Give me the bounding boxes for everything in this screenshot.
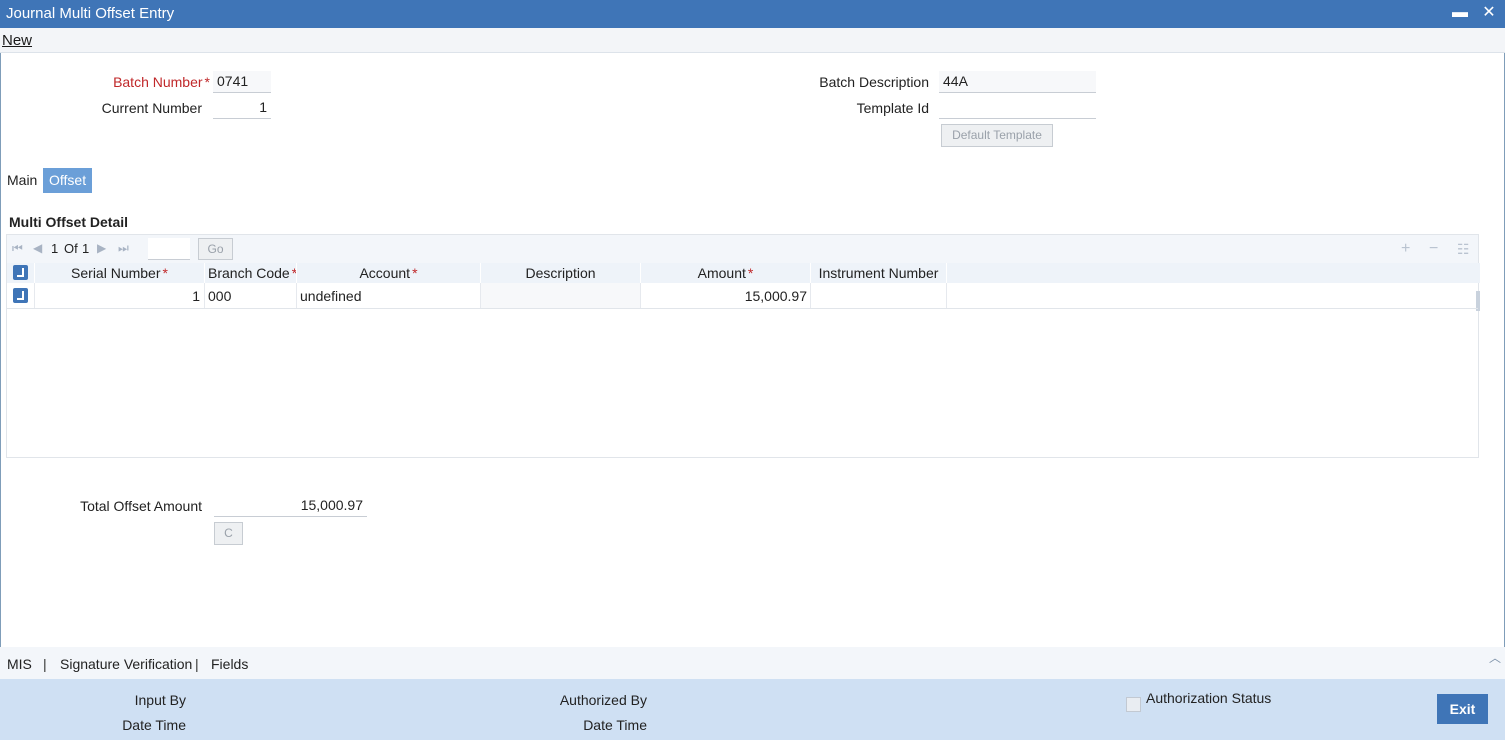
pager-of-label: Of xyxy=(64,241,78,256)
exit-button[interactable]: Exit xyxy=(1437,694,1488,724)
current-number-label: Current Number xyxy=(101,100,202,116)
window-title: Journal Multi Offset Entry xyxy=(6,5,175,22)
cell-branch-code[interactable]: 000 xyxy=(205,283,297,308)
list-icon[interactable]: ☷ xyxy=(1457,241,1470,258)
c-button[interactable]: C xyxy=(214,522,243,545)
input-by-label: Input By xyxy=(134,692,186,708)
authorization-status-checkbox[interactable] xyxy=(1126,697,1141,712)
authorized-by-label: Authorized By xyxy=(559,692,647,708)
cell-amount[interactable]: 15,000.97 xyxy=(641,283,811,308)
toolbar: New xyxy=(0,28,1505,53)
footer-separator: | xyxy=(195,656,199,672)
col-amount[interactable]: Amount * xyxy=(641,263,811,283)
close-icon[interactable]: ✕ xyxy=(1479,3,1499,23)
window-titlebar: Journal Multi Offset Entry ▬ ✕ xyxy=(0,0,1505,28)
batch-number-label: Batch Number * xyxy=(113,74,210,90)
current-number-field[interactable]: 1 xyxy=(213,97,271,119)
cell-serial-number[interactable]: 1 xyxy=(35,283,205,308)
template-id-field[interactable] xyxy=(939,97,1096,119)
col-instrument-number[interactable]: Instrument Number xyxy=(811,263,947,283)
grid-pager: ⏮ ◀ 1 Of 1 ▶ ⏭ Go + − ☷ xyxy=(7,235,1478,263)
batch-description-field[interactable]: 44A xyxy=(939,71,1096,93)
total-offset-amount-label: Total Offset Amount xyxy=(80,498,202,514)
multi-offset-grid: ⏮ ◀ 1 Of 1 ▶ ⏭ Go + − ☷ Serial Number * B… xyxy=(6,234,1480,458)
plus-icon[interactable]: + xyxy=(1401,240,1410,258)
default-template-button[interactable]: Default Template xyxy=(941,124,1053,147)
next-page-icon[interactable]: ▶ xyxy=(97,241,106,255)
footer-separator: | xyxy=(43,656,47,672)
minimize-icon[interactable]: ▬ xyxy=(1450,3,1470,23)
batch-description-label: Batch Description xyxy=(819,74,929,90)
col-account[interactable]: Account * xyxy=(297,263,481,283)
section-title: Multi Offset Detail xyxy=(9,214,129,230)
row-checkbox[interactable] xyxy=(13,288,28,303)
select-all-cell xyxy=(7,263,35,283)
template-id-label: Template Id xyxy=(856,100,929,116)
batch-number-field[interactable]: 0741 xyxy=(213,71,271,93)
cell-description[interactable] xyxy=(481,283,641,308)
chevron-up-icon[interactable]: ︿ xyxy=(1489,649,1501,666)
fields-link[interactable]: Fields xyxy=(211,656,248,672)
page-number-input[interactable] xyxy=(148,238,190,260)
table-row[interactable]: 1 000 undefined 15,000.97 xyxy=(7,283,1478,309)
col-serial-number[interactable]: Serial Number * xyxy=(35,263,205,283)
grid-header-row: Serial Number * Branch Code * Account * Des… xyxy=(7,263,1480,311)
required-marker: * xyxy=(204,74,210,90)
signature-verification-link[interactable]: Signature Verification xyxy=(60,656,192,672)
tab-offset[interactable]: Offset xyxy=(43,168,93,193)
authorized-date-time-label: Date Time xyxy=(583,717,647,733)
col-description[interactable]: Description xyxy=(481,263,641,283)
select-all-checkbox[interactable] xyxy=(13,265,28,280)
minus-icon[interactable]: − xyxy=(1429,240,1438,258)
cell-account[interactable]: undefined xyxy=(297,283,481,308)
previous-page-icon[interactable]: ◀ xyxy=(33,241,42,255)
first-page-icon[interactable]: ⏮ xyxy=(12,241,23,256)
new-link[interactable]: New xyxy=(2,32,32,49)
col-branch-code[interactable]: Branch Code * xyxy=(205,263,297,283)
audit-status-bar: Input By Date Time Authorized By Date Ti… xyxy=(0,679,1505,740)
tab-main[interactable]: Main xyxy=(1,168,43,193)
row-select-cell xyxy=(7,283,35,308)
footer-links: MIS | Signature Verification | Fields ︿ xyxy=(0,647,1505,679)
mis-link[interactable]: MIS xyxy=(7,656,32,672)
last-page-icon[interactable]: ⏭ xyxy=(118,241,129,256)
go-button[interactable]: Go xyxy=(198,238,233,260)
authorization-status-label: Authorization Status xyxy=(1146,690,1272,706)
total-offset-amount-field: 15,000.97 xyxy=(214,495,367,517)
pager-current: 1 xyxy=(51,241,59,256)
date-time-label: Date Time xyxy=(122,717,186,733)
pager-total: 1 xyxy=(82,241,90,256)
cell-instrument-number[interactable] xyxy=(811,283,947,308)
